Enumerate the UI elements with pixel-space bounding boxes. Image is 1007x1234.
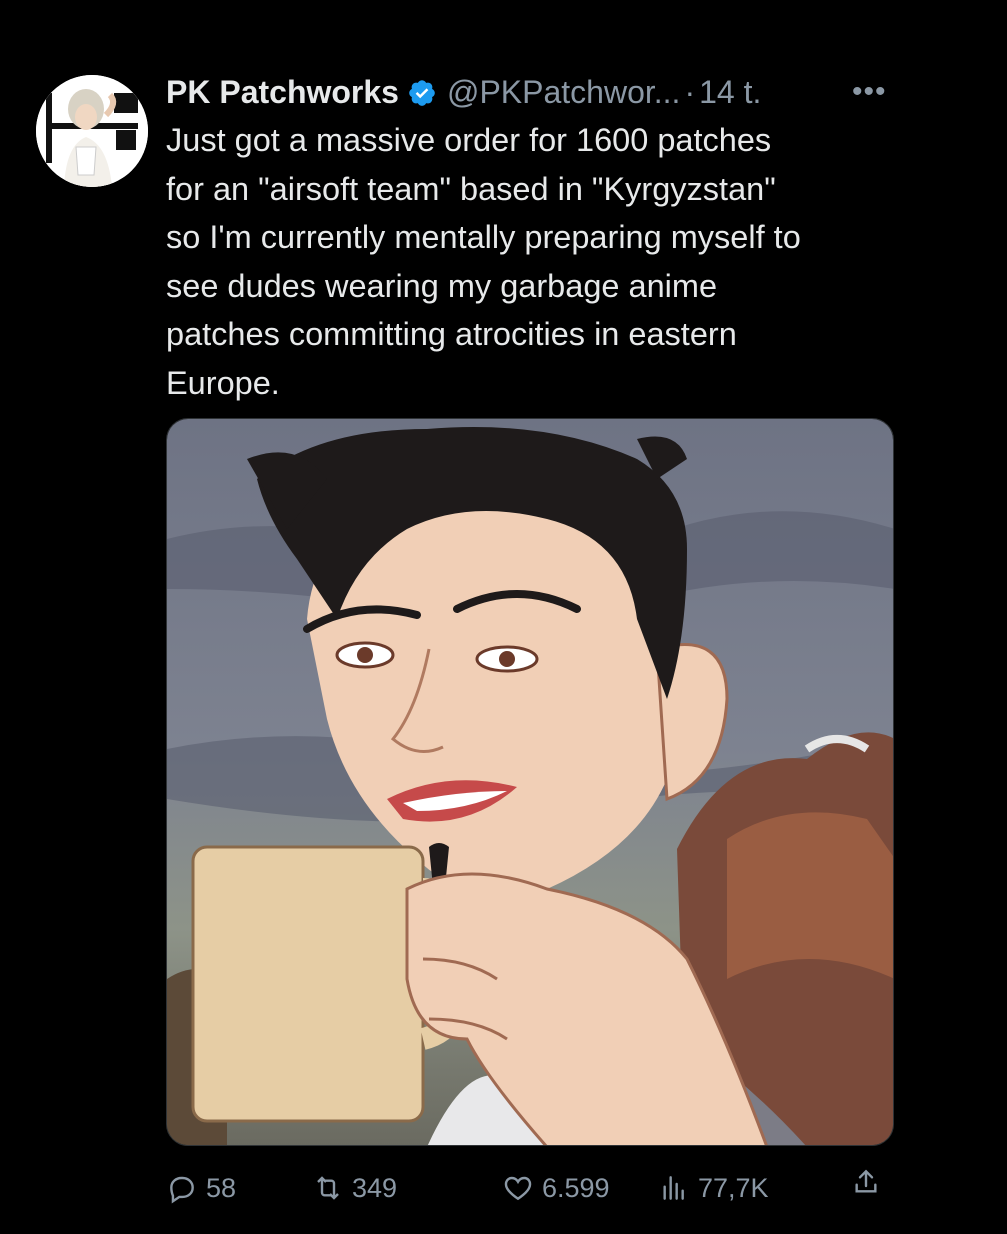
tweet-text: Just got a massive order for 1600 patche… (166, 122, 801, 401)
cartoon-man-with-mug-image (167, 419, 893, 1145)
views-count: 77,7K (698, 1173, 769, 1203)
repost-icon (317, 1176, 339, 1200)
share-icon (855, 1169, 877, 1193)
timestamp[interactable]: 14 t. (699, 72, 761, 112)
reply-count: 58 (206, 1173, 237, 1203)
avatar-image (36, 75, 148, 187)
views-button[interactable]: 77,7K (658, 1166, 769, 1210)
reply-icon (170, 1176, 194, 1204)
tweet-image[interactable] (166, 418, 894, 1146)
like-count: 6.599 (542, 1173, 610, 1203)
tweet: PK Patchworks @PKPatchwor... · 14 t. •••… (0, 0, 1007, 1234)
tweet-header: PK Patchworks @PKPatchwor... · 14 t. (166, 72, 761, 112)
like-button[interactable]: 6.599 (502, 1166, 610, 1210)
time-separator: · (684, 74, 696, 110)
repost-count: 349 (352, 1173, 398, 1203)
display-name[interactable]: PK Patchworks (166, 72, 399, 112)
verified-badge-icon (407, 77, 437, 107)
heart-icon (504, 1176, 532, 1201)
views-bar-chart-icon (663, 1176, 684, 1200)
avatar[interactable] (36, 75, 148, 187)
reply-button[interactable]: 58 (166, 1166, 236, 1210)
share-button[interactable] (850, 1166, 890, 1198)
repost-button[interactable]: 349 (312, 1166, 397, 1210)
handle[interactable]: @PKPatchwor... (447, 72, 680, 112)
tweet-action-bar: 58 349 6.599 77,7K (166, 1166, 896, 1210)
more-horizontal-icon[interactable]: ••• (852, 72, 887, 112)
